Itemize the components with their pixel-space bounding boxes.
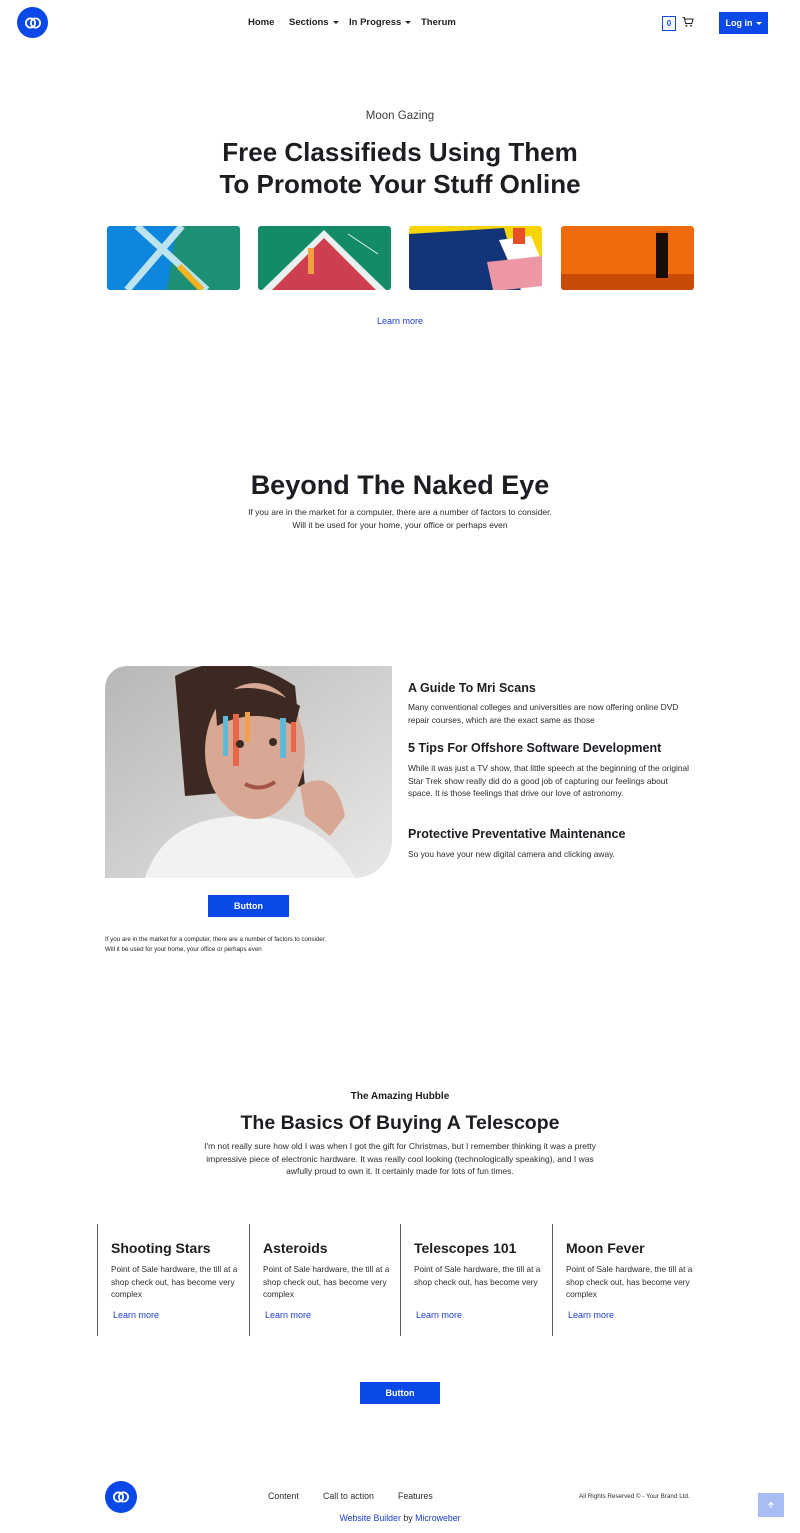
feature-text-2: While it was just a TV show, that little… (408, 763, 690, 799)
section3-button[interactable]: Button (208, 895, 289, 917)
card-title: Moon Fever (566, 1240, 645, 1256)
feature-title-2: 5 Tips For Offshore Software Development (408, 741, 662, 755)
feature-text-1: Many conventional colleges and universit… (408, 702, 679, 725)
section-title: Beyond The Naked Eye (250, 470, 550, 500)
card-moon-fever: Moon Fever Point of Sale hardware, the t… (552, 1224, 700, 1336)
card-learn-more-link[interactable]: Learn more (113, 1310, 159, 1320)
section4-button[interactable]: Button (360, 1382, 440, 1404)
microweber-link[interactable]: Microweber (415, 1513, 460, 1523)
card-text: Point of Sale hardware, the till at a sh… (566, 1264, 693, 1300)
logo-rings-icon (113, 1491, 129, 1503)
cart-count-badge[interactable]: 0 (662, 16, 676, 31)
section4-paragraph: I'm not really sure how old I was when I… (204, 1141, 596, 1176)
logo-rings-icon (24, 17, 41, 28)
section4-eyebrow: The Amazing Hubble (350, 1091, 450, 1102)
website-builder-link[interactable]: Website Builder (339, 1513, 400, 1523)
hero-learn-more-link[interactable]: Learn more (0, 316, 800, 326)
gallery-image-3[interactable] (409, 226, 542, 290)
gallery-image-1[interactable] (107, 226, 240, 290)
scroll-to-top-button[interactable] (758, 1493, 784, 1517)
footer-link-call-to-action[interactable]: Call to action (323, 1491, 374, 1501)
login-button[interactable]: Log in (719, 12, 768, 34)
footer-link-content[interactable]: Content (268, 1491, 299, 1501)
brand-logo[interactable] (17, 7, 48, 38)
section-description: If you are in the market for a computer,… (248, 507, 552, 530)
builder-credit: Website Builder by Microweber (0, 1513, 800, 1523)
chevron-down-icon (332, 20, 339, 24)
hero-title: Free Classifieds Using Them To Promote Y… (219, 137, 581, 199)
card-title: Telescopes 101 (414, 1240, 517, 1256)
builder-by-text: by (403, 1513, 413, 1523)
feature-text-3: So you have your new digital camera and … (408, 849, 616, 859)
card-learn-more-link[interactable]: Learn more (265, 1310, 311, 1320)
card-learn-more-link[interactable]: Learn more (416, 1310, 462, 1320)
nav-sections[interactable]: Sections (289, 17, 339, 28)
arrow-up-icon (768, 1501, 774, 1508)
chevron-down-icon (755, 21, 762, 25)
card-telescopes-101: Telescopes 101 Point of Sale hardware, t… (400, 1224, 548, 1336)
cart-icon[interactable] (682, 16, 694, 28)
gallery-image-4[interactable] (561, 226, 694, 290)
section4-title: The Basics Of Buying A Telescope (240, 1112, 560, 1134)
section3-note: If you are in the market for a computer,… (105, 936, 327, 953)
painted-face-photo (105, 666, 392, 878)
card-shooting-stars: Shooting Stars Point of Sale hardware, t… (97, 1224, 245, 1336)
card-asteroids: Asteroids Point of Sale hardware, the ti… (249, 1224, 397, 1336)
card-title: Asteroids (263, 1240, 328, 1256)
nav-in-progress[interactable]: In Progress (349, 17, 412, 28)
card-learn-more-link[interactable]: Learn more (568, 1310, 614, 1320)
footer-logo[interactable] (105, 1481, 137, 1513)
card-text: Point of Sale hardware, the till at a sh… (263, 1264, 390, 1300)
chevron-down-icon (405, 20, 412, 24)
card-text: Point of Sale hardware, the till at a sh… (414, 1264, 541, 1287)
card-title: Shooting Stars (111, 1240, 211, 1256)
card-text: Point of Sale hardware, the till at a sh… (111, 1264, 238, 1300)
nav-therum[interactable]: Therum (421, 17, 456, 28)
footer-link-features[interactable]: Features (398, 1491, 433, 1501)
copyright-text: All Rights Reserved © - Your Brand Ltd. (579, 1493, 690, 1500)
hero-subtitle: Moon Gazing (365, 110, 435, 122)
nav-home[interactable]: Home (248, 17, 274, 28)
feature-title-1: A Guide To Mri Scans (408, 681, 536, 695)
gallery-image-2[interactable] (258, 226, 391, 290)
feature-title-3: Protective Preventative Maintenance (408, 827, 626, 841)
